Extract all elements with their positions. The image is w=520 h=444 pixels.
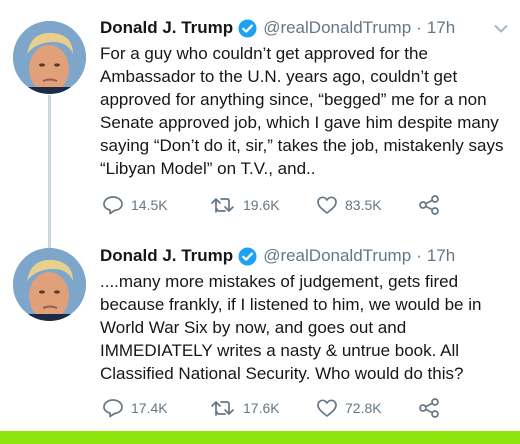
- retweet-icon: [211, 198, 234, 213]
- tweet-text-line: For a guy who couldn’t get approved for …: [100, 44, 428, 63]
- share-icon: [419, 398, 439, 418]
- tweet-text: ....many more mistakes of judgement, get…: [100, 270, 510, 385]
- verified-badge-icon: [238, 246, 257, 266]
- bottom-highlight-bar: [0, 431, 520, 444]
- timestamp[interactable]: 17h: [427, 246, 455, 266]
- tweet-actions: 14.5K 19.6K 83.5K: [102, 194, 440, 216]
- tweet-text-line: IMMEDIATELY writes a nasty & untrue book…: [100, 341, 460, 360]
- heart-icon: [317, 196, 337, 214]
- timestamp[interactable]: 17h: [427, 18, 455, 38]
- like-button[interactable]: 83.5K: [316, 195, 418, 215]
- heart-icon: [317, 399, 337, 417]
- verified-badge-icon: [238, 18, 257, 38]
- share-button[interactable]: [418, 398, 440, 418]
- reply-button[interactable]: 14.5K: [102, 195, 210, 215]
- tweet-header: Donald J. Trump @realDonaldTrump · 17h: [100, 16, 455, 40]
- author-handle[interactable]: @realDonaldTrump: [263, 18, 411, 38]
- tweet-text-line: because frankly, if I listened to him, w…: [100, 295, 482, 314]
- separator-dot: ·: [416, 18, 422, 37]
- reply-count: 14.5K: [131, 197, 168, 213]
- avatar[interactable]: [13, 248, 86, 321]
- retweet-button[interactable]: 19.6K: [210, 195, 316, 215]
- tweet-text-line: Senate approved job, which I gave him de…: [100, 113, 499, 132]
- tweet-text-line: World War Six by now, and goes out and: [100, 318, 407, 337]
- tweet-text-line: approved for anything since, “begged” me…: [100, 90, 487, 109]
- chevron-down-icon[interactable]: [494, 24, 508, 34]
- tweet-text-line: “Libyan Model” on T.V., and..: [100, 159, 316, 178]
- reply-button[interactable]: 17.4K: [102, 398, 210, 418]
- tweet-text-line: Classified National Security. Who would …: [100, 364, 464, 383]
- share-icon: [419, 195, 439, 215]
- tweet-text-line: ....many more mistakes of judgement, get…: [100, 272, 459, 291]
- retweet-count: 19.6K: [243, 197, 280, 213]
- thread-connector-line: [48, 95, 51, 248]
- tweet-text-line: Ambassador to the U.N. years ago, couldn…: [100, 67, 458, 86]
- retweet-icon: [211, 401, 234, 416]
- retweet-count: 17.6K: [243, 400, 280, 416]
- tweet-actions: 17.4K 17.6K 72.8K: [102, 397, 440, 419]
- reply-icon: [103, 399, 123, 418]
- avatar[interactable]: [13, 21, 86, 94]
- avatar-face-image: [13, 248, 86, 321]
- reply-icon: [103, 196, 123, 215]
- tweet-text: For a guy who couldn’t get approved for …: [100, 42, 510, 180]
- avatar-face-image: [13, 21, 86, 94]
- author-handle[interactable]: @realDonaldTrump: [263, 246, 411, 266]
- tweet-text-line: saying “Don’t do it, sir,” takes the job…: [100, 136, 504, 155]
- retweet-button[interactable]: 17.6K: [210, 398, 316, 418]
- tweet-header: Donald J. Trump @realDonaldTrump · 17h: [100, 244, 455, 268]
- author-name[interactable]: Donald J. Trump: [100, 18, 233, 38]
- share-button[interactable]: [418, 195, 440, 215]
- like-count: 83.5K: [345, 197, 382, 213]
- author-name[interactable]: Donald J. Trump: [100, 246, 233, 266]
- reply-count: 17.4K: [131, 400, 168, 416]
- like-button[interactable]: 72.8K: [316, 398, 418, 418]
- like-count: 72.8K: [345, 400, 382, 416]
- separator-dot: ·: [416, 246, 422, 265]
